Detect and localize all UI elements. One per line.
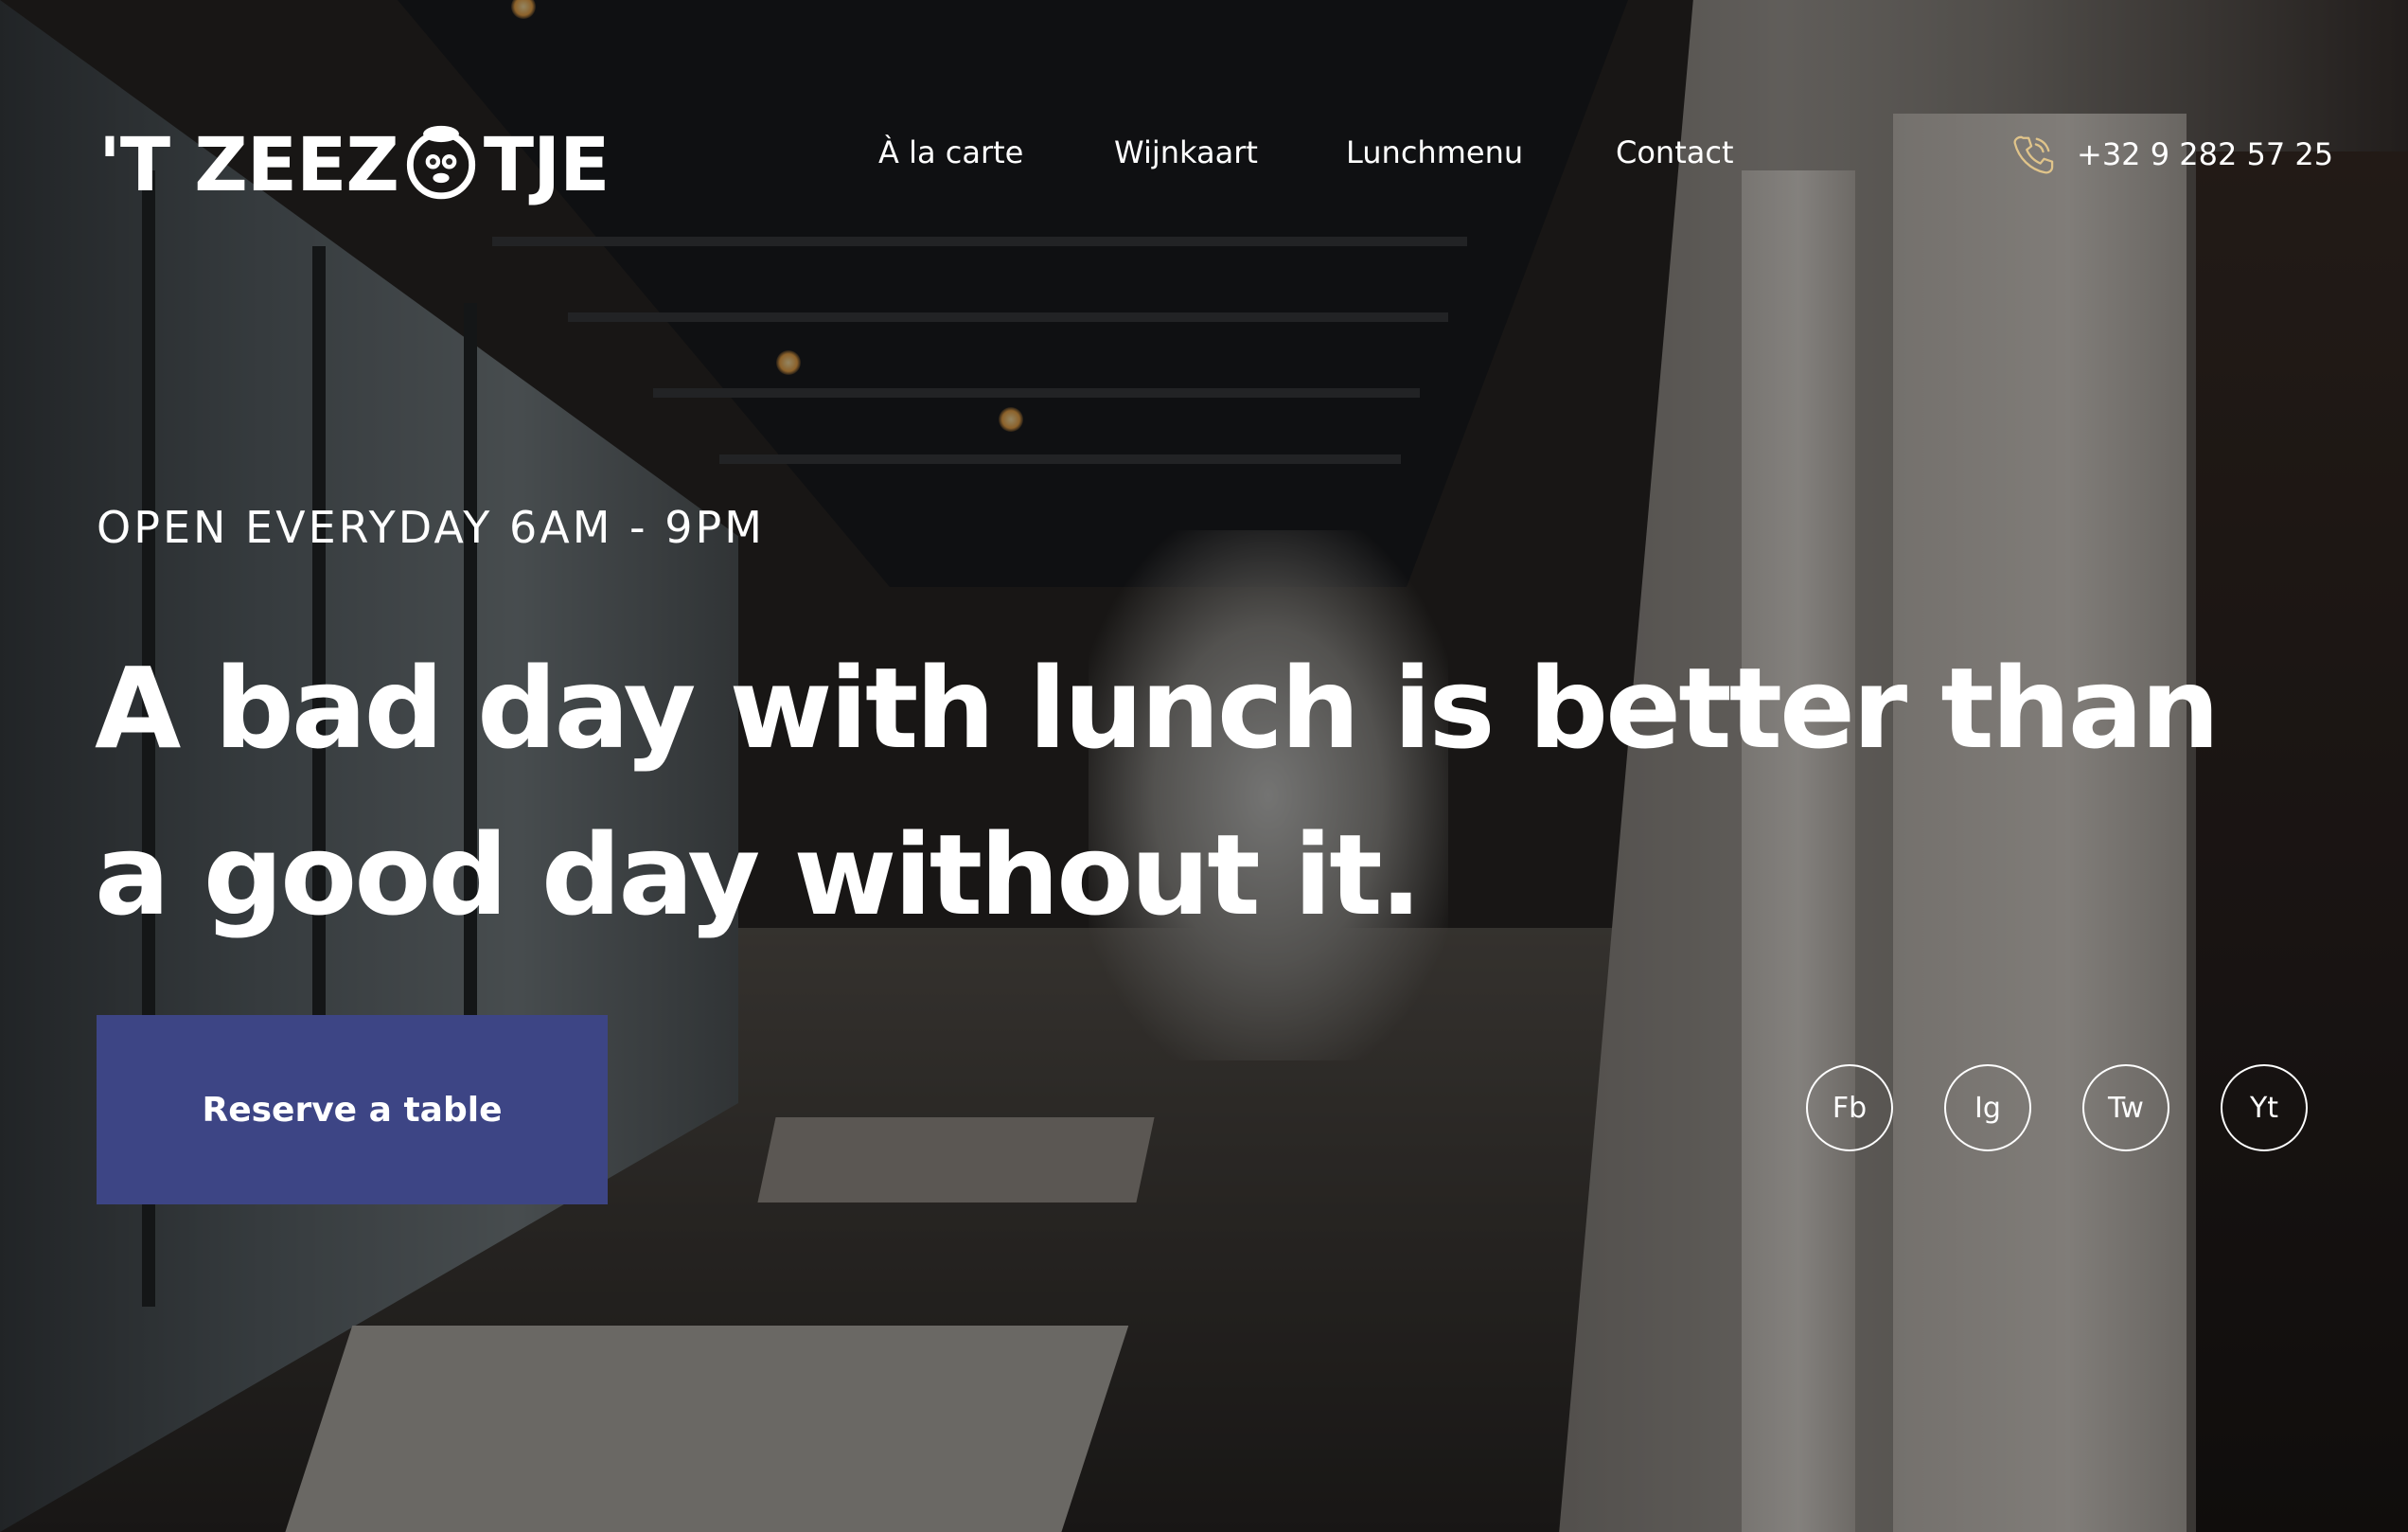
phone-number: +32 9 282 57 25: [2077, 136, 2334, 172]
nav-item-lunchmenu[interactable]: Lunchmenu: [1346, 134, 1523, 170]
twitter-link[interactable]: Tw: [2082, 1064, 2169, 1151]
facebook-link[interactable]: Fb: [1806, 1064, 1893, 1151]
opening-hours: OPEN EVERYDAY 6AM - 9PM: [97, 502, 765, 553]
youtube-link[interactable]: Yt: [2221, 1064, 2308, 1151]
phone-icon: [2013, 135, 2054, 174]
logo-text-left: 'T ZEEZ: [98, 123, 399, 208]
nav-item-wijnkaart[interactable]: Wijnkaart: [1114, 134, 1258, 170]
phone-contact[interactable]: +32 9 282 57 25: [2010, 133, 2333, 176]
logo-mascot-icon: [406, 125, 476, 200]
hero-section: 'T ZEEZ TJE À la carte Wijnkaart Lunchme…: [0, 0, 2408, 1532]
instagram-link[interactable]: Ig: [1944, 1064, 2031, 1151]
nav-item-contact[interactable]: Contact: [1616, 134, 1734, 170]
nav-item-a-la-carte[interactable]: À la carte: [878, 134, 1023, 170]
reserve-table-button[interactable]: Reserve a table: [97, 1015, 608, 1204]
hero-headline: A bad day with lunch is better than a go…: [95, 625, 2347, 958]
brand-logo[interactable]: 'T ZEEZ TJE: [98, 123, 611, 208]
headline-line-2: a good day without it.: [95, 810, 1422, 940]
logo-text-right: TJE: [483, 123, 611, 208]
headline-line-1: A bad day with lunch is better than: [95, 643, 2220, 774]
